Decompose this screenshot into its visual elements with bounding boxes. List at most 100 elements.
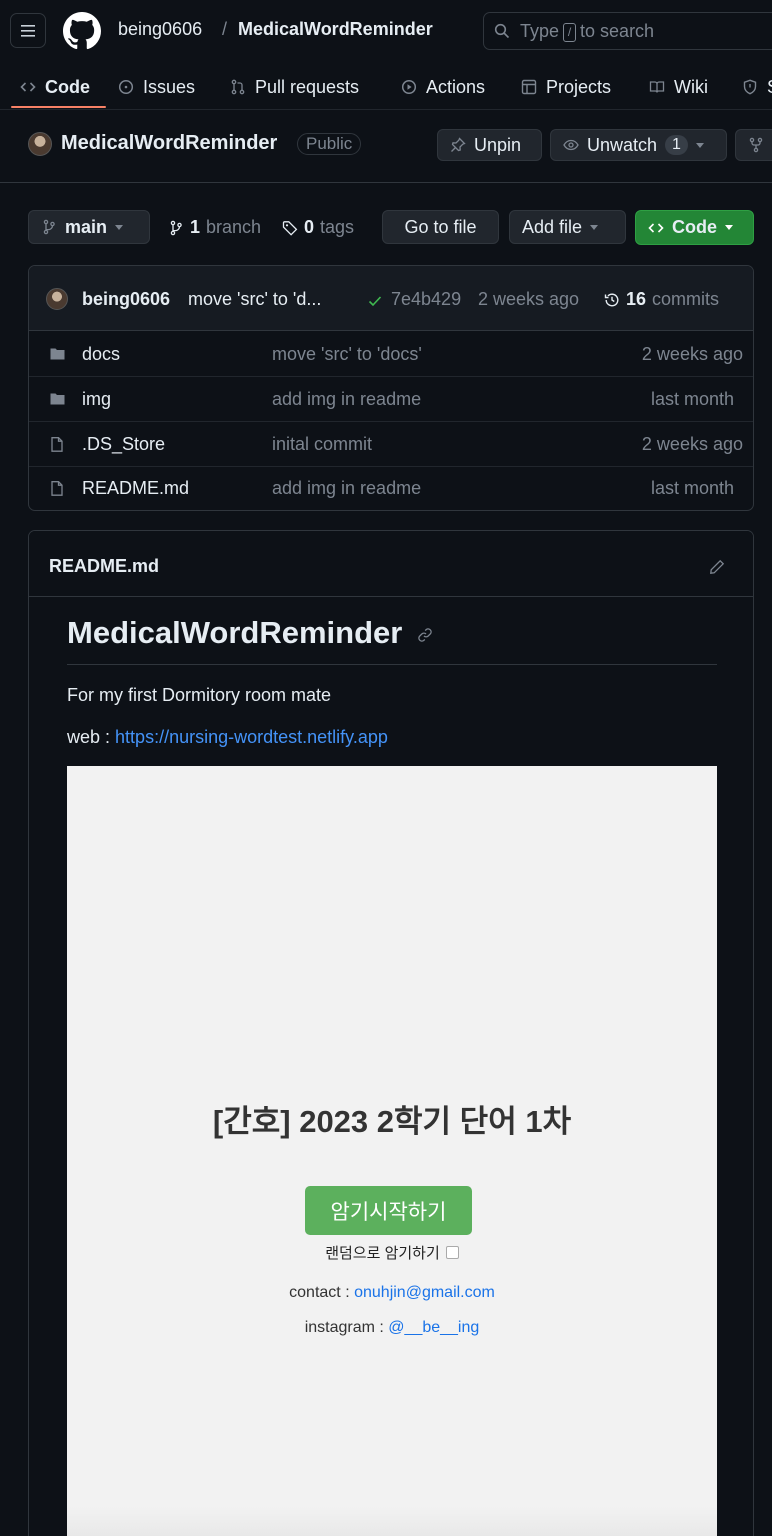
owner-avatar[interactable] (28, 132, 52, 156)
github-logo-icon[interactable] (63, 12, 101, 50)
git-branch-icon (170, 220, 182, 235)
repo-nav-tabs: Code Issues Pull requests Actions Projec… (0, 64, 772, 110)
unpin-label: Unpin (474, 134, 522, 155)
branches-link[interactable]: 1 branch (168, 217, 261, 238)
pencil-icon[interactable] (709, 559, 725, 575)
tags-link[interactable]: 0 tags (282, 217, 354, 238)
file-name[interactable]: img (82, 389, 111, 410)
file-icon (51, 481, 63, 496)
file-name[interactable]: .DS_Store (82, 434, 165, 455)
shield-icon (743, 79, 757, 95)
tab-issues[interactable]: Issues (118, 64, 195, 110)
file-commit-message[interactable]: add img in readme (272, 478, 421, 499)
readme-paragraph: For my first Dormitory room mate (67, 685, 332, 705)
tab-actions[interactable]: Actions (401, 64, 485, 110)
chevron-down-icon (590, 224, 599, 230)
file-table: being0606 move 'src' to 'd... 7e4b429 2 … (28, 265, 754, 511)
tab-label: S (767, 77, 772, 98)
chevron-down-icon (725, 225, 733, 230)
file-commit-message[interactable]: inital commit (272, 434, 372, 455)
readme-header: README.md (29, 531, 753, 597)
readme-panel: README.md MedicalWordReminder For my fir… (28, 530, 754, 1536)
file-row[interactable]: img add img in readme last month (29, 377, 753, 422)
file-icon (51, 437, 63, 452)
start-memorize-button: 암기시작하기 (305, 1186, 472, 1235)
file-row[interactable]: docs move 'src' to 'docs' 2 weeks ago (29, 332, 753, 377)
repo-forked-icon (749, 137, 763, 153)
web-label: web : (67, 727, 111, 747)
file-row[interactable]: README.md add img in readme last month (29, 466, 753, 510)
chevron-down-icon (115, 224, 124, 230)
search-placeholder-prefix: Type (520, 20, 560, 41)
commit-count: 16 (626, 289, 647, 309)
random-option: 랜덤으로 암기하기 (67, 1242, 717, 1263)
link-icon[interactable] (417, 627, 433, 643)
commit-author-avatar[interactable] (46, 288, 68, 310)
contact-line: contact : onuhjin@gmail.com (67, 1284, 717, 1302)
branch-count: 1 (190, 217, 201, 237)
commits-link[interactable]: 16 commits (604, 289, 719, 310)
tab-security[interactable]: S (742, 64, 772, 110)
file-commit-message[interactable]: move 'src' to 'docs' (272, 344, 422, 365)
pin-icon (451, 137, 466, 152)
readme-web-line: web : https://nursing-wordtest.netlify.a… (67, 727, 388, 748)
code-icon (648, 222, 664, 233)
readme-filename[interactable]: README.md (49, 556, 159, 577)
go-to-file-button[interactable]: Go to file (382, 210, 499, 244)
breadcrumb-owner[interactable]: being0606 (118, 19, 202, 40)
commit-author[interactable]: being0606 (82, 289, 170, 310)
tab-code[interactable]: Code (11, 64, 106, 110)
contact-label: contact : (289, 1284, 350, 1301)
commit-count-label: commits (652, 289, 720, 309)
readme-screenshot-image: [간호] 2023 2학기 단어 1차 암기시작하기 랜덤으로 암기하기 con… (67, 766, 717, 1536)
readme-heading-text: MedicalWordReminder (67, 615, 403, 650)
tab-pull-requests[interactable]: Pull requests (230, 64, 359, 110)
branch-name: main (65, 216, 108, 237)
folder-icon (50, 393, 65, 405)
search-input[interactable]: Type / to search (483, 12, 772, 50)
random-label: 랜덤으로 암기하기 (325, 1245, 440, 1262)
instagram-line: instagram : @__be__ing (67, 1319, 717, 1337)
commit-message[interactable]: move 'src' to 'd... (188, 289, 344, 310)
table-icon (521, 79, 537, 95)
file-name[interactable]: README.md (82, 478, 189, 499)
chevron-down-icon (695, 142, 704, 148)
tab-projects[interactable]: Projects (521, 64, 611, 110)
file-row[interactable]: .DS_Store inital commit 2 weeks ago (29, 422, 753, 467)
instagram-label: instagram : (304, 1319, 384, 1336)
branch-count-label: branch (206, 217, 262, 237)
issue-opened-icon (118, 79, 134, 95)
folder-icon (50, 348, 65, 360)
unpin-button[interactable]: Unpin (437, 129, 542, 161)
visibility-badge: Public (297, 133, 362, 155)
latest-commit-row: being0606 move 'src' to 'd... 7e4b429 2 … (29, 266, 753, 331)
file-date: 2 weeks ago (641, 434, 743, 454)
instagram-handle: @__be__ing (388, 1319, 480, 1336)
file-date: last month (650, 389, 734, 409)
search-placeholder-suffix: to search (580, 20, 655, 41)
file-commit-message[interactable]: add img in readme (272, 389, 421, 410)
web-link[interactable]: https://nursing-wordtest.netlify.app (115, 727, 388, 747)
search-shortcut-key: / (563, 22, 577, 42)
breadcrumb-separator: / (222, 19, 228, 39)
menu-button[interactable] (10, 13, 46, 48)
git-pull-request-icon (231, 79, 245, 95)
check-icon[interactable] (367, 293, 383, 309)
file-name[interactable]: docs (82, 344, 120, 365)
branch-select-button[interactable]: main (28, 210, 150, 244)
commit-sha[interactable]: 7e4b429 (391, 289, 461, 310)
breadcrumb-repo[interactable]: MedicalWordReminder (238, 19, 433, 40)
code-dropdown-button[interactable]: Code (635, 210, 754, 245)
tab-label: Wiki (674, 76, 708, 97)
unwatch-button[interactable]: Unwatch 1 (550, 129, 727, 161)
file-date: 2 weeks ago (641, 344, 743, 364)
contact-email: onuhjin@gmail.com (354, 1284, 495, 1301)
history-icon (604, 293, 619, 306)
fork-button[interactable] (735, 129, 772, 161)
tab-wiki[interactable]: Wiki (649, 64, 708, 110)
code-icon (20, 82, 36, 92)
add-file-button[interactable]: Add file (509, 210, 626, 244)
git-branch-icon (43, 219, 55, 235)
app-title: [간호] 2023 2학기 단어 1차 (212, 1104, 572, 1139)
repo-title[interactable]: MedicalWordReminder (61, 132, 277, 155)
